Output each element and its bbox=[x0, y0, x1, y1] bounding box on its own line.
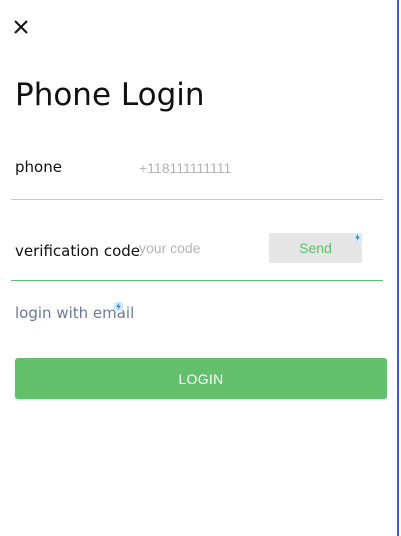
phone-label: phone bbox=[15, 158, 62, 176]
lightning-icon bbox=[114, 302, 123, 311]
verification-code-input[interactable] bbox=[139, 238, 259, 258]
close-icon bbox=[14, 20, 28, 34]
window-right-border bbox=[397, 0, 399, 536]
verification-code-label: verification code bbox=[15, 242, 141, 260]
login-button[interactable]: LOGIN bbox=[15, 358, 387, 399]
close-button[interactable] bbox=[10, 16, 32, 38]
send-code-button[interactable]: Send bbox=[269, 233, 362, 263]
lightning-icon bbox=[353, 233, 362, 242]
page-title: Phone Login bbox=[15, 77, 205, 113]
phone-input[interactable] bbox=[139, 158, 369, 178]
phone-divider bbox=[11, 199, 383, 200]
verification-code-divider bbox=[11, 280, 383, 281]
